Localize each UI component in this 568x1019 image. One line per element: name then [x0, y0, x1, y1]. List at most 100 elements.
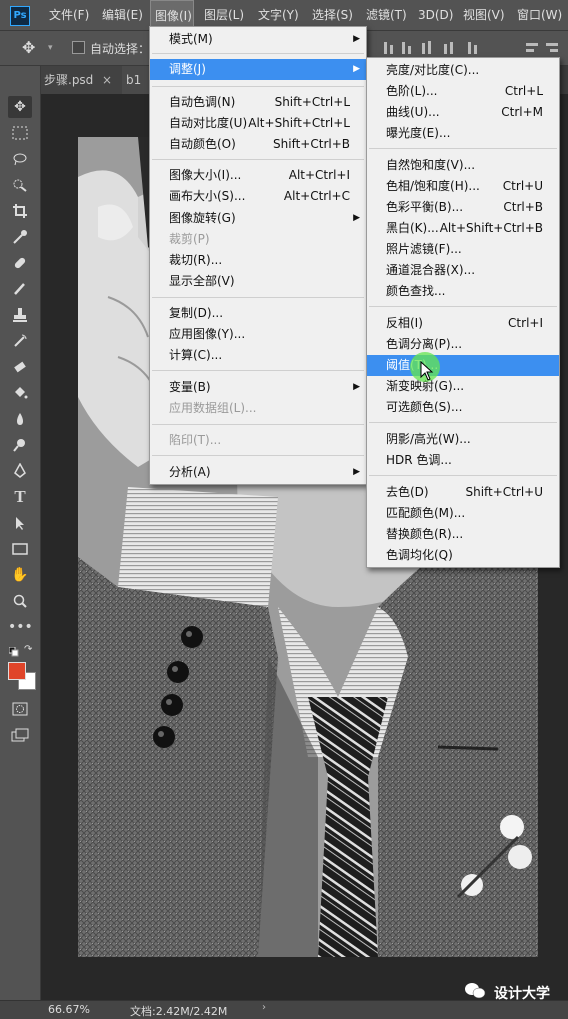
submenu-arrow-icon: ▶ [353, 213, 360, 223]
adjust-menu-item[interactable]: 通道混合器(X)... [367, 260, 559, 281]
menu-filter[interactable]: 滤镜(T) [366, 0, 407, 30]
swap-colors-icon[interactable]: ↷ [24, 644, 32, 655]
image-menu-item[interactable]: 图像旋转(G) ▶ [150, 208, 366, 229]
menu-item-label: 裁剪(P) [169, 232, 210, 246]
adjust-menu-item[interactable]: 匹配颜色(M)... [367, 503, 559, 524]
healing-brush-tool-icon[interactable] [8, 252, 32, 274]
menu-separator [152, 86, 364, 87]
menu-item-label: 颜色查找... [386, 284, 446, 298]
menu-item-label: 图像旋转(G) [169, 211, 236, 225]
adjust-menu-item[interactable]: 黑白(K)... Alt+Shift+Ctrl+B [367, 218, 559, 239]
adjust-menu-item[interactable]: 色调分离(P)... [367, 334, 559, 355]
foreground-color-swatch[interactable] [8, 662, 26, 680]
menu-file[interactable]: 文件(F) [49, 0, 89, 30]
menu-3d[interactable]: 3D(D) [418, 0, 453, 30]
more-tools-icon[interactable]: ••• [8, 616, 33, 638]
watermark-text: 设计大学 [494, 986, 550, 1002]
adjustments-submenu: 亮度/对比度(C)... 色阶(L)... Ctrl+L 曲线(U)... Ctrl+M… [366, 57, 560, 568]
screen-mode-icon[interactable] [8, 724, 32, 746]
paint-bucket-tool-icon[interactable] [8, 382, 32, 404]
menu-window[interactable]: 窗口(W) [517, 0, 562, 30]
image-menu-item[interactable]: 自动对比度(U) Alt+Shift+Ctrl+L [150, 113, 366, 134]
quick-selection-tool-icon[interactable] [8, 174, 32, 196]
history-brush-tool-icon[interactable] [8, 330, 32, 352]
image-menu-item[interactable]: 应用图像(Y)... [150, 324, 366, 345]
image-menu-item[interactable]: 计算(C)... [150, 345, 366, 366]
tab-document-1[interactable]: 步骤.psd × [40, 66, 122, 94]
distribute-icons[interactable] [524, 40, 564, 56]
hand-tool-icon[interactable]: ✋ [8, 564, 32, 586]
blur-tool-icon[interactable] [8, 408, 32, 430]
submenu-arrow-icon: ▶ [353, 34, 360, 44]
adjust-menu-item[interactable]: 自然饱和度(V)... [367, 155, 559, 176]
status-arrow-icon[interactable]: › [262, 1002, 266, 1013]
adjust-menu-item[interactable]: 阈值(T)... [367, 355, 559, 376]
adjust-menu-item[interactable]: 色彩平衡(B)... Ctrl+B [367, 197, 559, 218]
adjust-menu-item[interactable]: 曝光度(E)... [367, 123, 559, 144]
tools-panel: ✥ T ✋ ••• ↷ [0, 66, 41, 1000]
image-menu-item[interactable]: 自动色调(N) Shift+Ctrl+L [150, 92, 366, 113]
tab-label: 步骤.psd [44, 73, 94, 87]
zoom-level[interactable]: 66.67% [48, 1003, 90, 1016]
tab-label: b1 [126, 73, 142, 87]
type-tool-icon[interactable]: T [8, 486, 32, 508]
image-menu-item[interactable]: 裁切(R)... [150, 250, 366, 271]
path-selection-tool-icon[interactable] [8, 512, 32, 534]
adjust-menu-item[interactable]: 曲线(U)... Ctrl+M [367, 102, 559, 123]
menu-view[interactable]: 视图(V) [463, 0, 505, 30]
pen-tool-icon[interactable] [8, 460, 32, 482]
eraser-tool-icon[interactable] [8, 356, 32, 378]
quick-mask-icon[interactable] [8, 698, 32, 720]
adjust-menu-item[interactable]: 亮度/对比度(C)... [367, 60, 559, 81]
align-icons[interactable] [380, 40, 490, 56]
image-menu-item[interactable]: 显示全部(V) [150, 271, 366, 292]
brush-tool-icon[interactable] [8, 278, 32, 300]
clone-stamp-tool-icon[interactable] [8, 304, 32, 326]
menu-edit[interactable]: 编辑(E) [102, 0, 143, 30]
move-tool-icon[interactable]: ✥ [8, 96, 32, 118]
menu-item-shortcut: Alt+Shift+Ctrl+B [439, 221, 543, 235]
menu-separator [152, 370, 364, 371]
menu-separator [152, 297, 364, 298]
adjust-menu-item[interactable]: HDR 色调... [367, 450, 559, 471]
image-menu-item[interactable]: 变量(B) ▶ [150, 377, 366, 398]
marquee-tool-icon[interactable] [8, 122, 32, 144]
menu-item-label: 自动色调(N) [169, 95, 236, 109]
adjust-menu-item[interactable]: 反相(I) Ctrl+I [367, 313, 559, 334]
image-menu-item[interactable]: 调整(J) ▶ [150, 59, 366, 80]
auto-select-checkbox[interactable] [72, 41, 85, 54]
zoom-tool-icon[interactable] [8, 590, 32, 612]
menu-item-label: 变量(B) [169, 380, 211, 394]
adjust-menu-item[interactable]: 阴影/高光(W)... [367, 429, 559, 450]
lasso-tool-icon[interactable] [8, 148, 32, 170]
adjust-menu-item[interactable]: 去色(D) Shift+Ctrl+U [367, 482, 559, 503]
image-menu-item[interactable]: 模式(M) ▶ [150, 29, 366, 50]
crop-tool-icon[interactable] [8, 200, 32, 222]
close-icon[interactable]: × [102, 66, 112, 94]
image-menu-item[interactable]: 分析(A) ▶ [150, 462, 366, 483]
menu-item-label: 反相(I) [386, 316, 423, 330]
adjust-menu-item[interactable]: 色相/饱和度(H)... Ctrl+U [367, 176, 559, 197]
eyedropper-tool-icon[interactable] [8, 226, 32, 248]
adjust-menu-item[interactable]: 可选颜色(S)... [367, 397, 559, 418]
image-menu-item[interactable]: 复制(D)... [150, 303, 366, 324]
dodge-tool-icon[interactable] [8, 434, 32, 456]
adjust-menu-item[interactable]: 颜色查找... [367, 281, 559, 302]
menu-item-label: 显示全部(V) [169, 274, 235, 288]
menu-item-label: 替换颜色(R)... [386, 527, 464, 541]
image-menu-item[interactable]: 自动颜色(O) Shift+Ctrl+B [150, 134, 366, 155]
adjust-menu-item[interactable]: 渐变映射(G)... [367, 376, 559, 397]
adjust-menu-item[interactable]: 色调均化(Q) [367, 545, 559, 566]
adjust-menu-item[interactable]: 替换颜色(R)... [367, 524, 559, 545]
adjust-menu-item[interactable]: 色阶(L)... Ctrl+L [367, 81, 559, 102]
image-menu-item[interactable]: 图像大小(I)... Alt+Ctrl+I [150, 165, 366, 186]
menu-item-shortcut: Shift+Ctrl+U [465, 485, 543, 499]
menu-separator [369, 148, 557, 149]
menu-item-label: 阴影/高光(W)... [386, 432, 471, 446]
menu-item-label: 自动对比度(U) [169, 116, 248, 130]
default-colors-icon[interactable] [8, 646, 19, 657]
chevron-down-icon[interactable]: ▾ [48, 43, 53, 53]
rectangle-tool-icon[interactable] [8, 538, 32, 560]
adjust-menu-item[interactable]: 照片滤镜(F)... [367, 239, 559, 260]
image-menu-item[interactable]: 画布大小(S)... Alt+Ctrl+C [150, 186, 366, 207]
